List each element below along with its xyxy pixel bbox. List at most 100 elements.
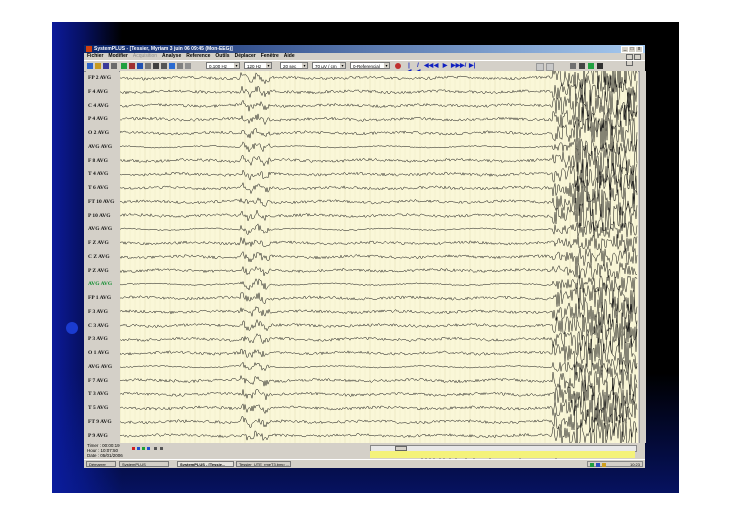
menu-item-acquisition[interactable]: Acquisition [133,53,157,59]
channel-label: F Z AVG [88,240,109,246]
page-blank-icon[interactable] [546,63,554,71]
eeg-trace-line [120,234,638,253]
event-timeline[interactable] [370,451,635,463]
channel-label: FP 2 AVG [88,75,112,81]
time-scale-select[interactable]: 20 sec ▾ [280,62,308,69]
eeg-trace-line [120,145,638,177]
eeg-trace-line [120,185,638,218]
chevron-down-icon: ▾ [266,63,271,68]
eeg-trace-line [120,275,638,294]
chevron-down-icon: ▾ [302,63,307,68]
filter-select[interactable]: 0,100 Hz ▾ [206,62,240,69]
channel-label: T 5 AVG [88,405,109,411]
channel-label: P 9 AVG [88,432,108,439]
menu-item-outils[interactable]: Outils [215,53,229,59]
menu-item-fen-tre[interactable]: Fenêtre [261,53,279,59]
menu-item-reference[interactable]: Reference [186,53,210,59]
folder-icon[interactable] [95,63,101,69]
status-area: Timer : 00:00:19 Hour : 10:07:50 Date : … [84,443,645,463]
channel-label: F 8 AVG [88,157,108,164]
page-icon[interactable] [536,63,544,71]
eeg-trace-line [120,419,638,443]
channel-label: AVG AVG [88,226,113,233]
amplitude-select[interactable]: 70 µV / cm ▾ [312,62,346,69]
taskbar-item-systemplus-tessier[interactable]: SystemPLUS - [Tessie... [177,461,234,467]
tool-icon[interactable] [570,63,576,69]
open-file-icon[interactable] [87,63,93,69]
video-icon[interactable] [169,63,175,69]
green-flag-icon[interactable] [142,447,145,450]
highpass-select[interactable]: 120 Hz ▾ [244,62,272,69]
montage-select[interactable]: 0-Referencial ▾ [350,62,390,69]
eeg-trace-line [120,391,638,425]
marker-icon[interactable] [153,63,159,69]
channel-label: F 3 AVG [88,308,108,315]
grid-icon[interactable] [579,63,585,69]
channel-label: C Z AVG [88,253,110,260]
settings-icon[interactable] [145,63,151,69]
nav-button-0[interactable]: |◀ [406,63,412,75]
taskbar-item-bitmap[interactable]: Tessier_UTE_rmeT3.bmp ... [236,461,291,467]
chevron-down-icon: ▾ [234,63,239,68]
close-button[interactable]: x [635,46,643,53]
menu-item-aide[interactable]: Aide [284,53,295,59]
print-icon[interactable] [111,63,117,69]
tray-app-icon[interactable] [602,463,606,467]
eeg-trace-line [120,71,638,94]
system-tray: 10:23 [587,461,643,467]
title-bar[interactable]: SystemPLUS - [Tessier, Myriam 3 juin 06 … [84,45,645,53]
nav-button-7[interactable]: ▶| [469,63,475,69]
channel-label: AVG AVG [88,143,113,150]
channel-label: FT 9 AVG [88,418,112,425]
network-icon[interactable] [590,463,594,467]
chevron-down-icon: ▾ [340,63,345,68]
slide-bullet-dot [66,322,78,334]
spectrum-icon[interactable] [588,63,594,69]
mdi-controls [625,54,643,66]
eeg-trace-line [120,200,638,232]
layout-icon[interactable] [597,63,603,69]
start-button[interactable]: Démarrer [86,461,116,467]
nav-button-6[interactable]: ▶/ [460,63,466,69]
red-flag-icon[interactable] [132,447,135,450]
eeg-trace-line [120,357,638,376]
marker-icon[interactable] [160,447,163,450]
channel-label: AVG AVG [88,363,113,370]
save-icon[interactable] [103,63,109,69]
montage-value: 0-Referencial [353,64,380,69]
menu-item-analyse[interactable]: Analyse [162,53,181,59]
blue-flag-icon[interactable] [147,447,150,450]
record-icon[interactable] [129,63,135,69]
blue-flag-icon[interactable] [137,447,140,450]
clock: 10:23 [629,462,640,467]
channel-label: P 10 AVG [88,212,111,219]
channel-label: T 6 AVG [88,185,109,191]
taskbar-item-systemplus[interactable]: SystemPLUS [119,461,169,467]
eeg-trace-line [120,158,638,191]
montage-icon[interactable] [121,63,127,69]
channel-label: O 2 AVG [88,130,109,136]
event-icon[interactable] [161,63,167,69]
eeg-application-window: SystemPLUS - [Tessier, Myriam 3 juin 06 … [84,45,646,468]
vertical-scrollbar[interactable] [639,71,646,443]
nav-button-3[interactable]: ◀ [433,63,439,69]
eeg-trace-area[interactable] [120,71,638,443]
marker-icon[interactable] [154,447,157,450]
nav-button-4[interactable]: ▶ [442,63,448,69]
measure-icon[interactable] [177,63,183,69]
reference-icon[interactable] [395,63,401,69]
channel-label: F 7 AVG [88,377,108,384]
volume-icon[interactable] [596,463,600,467]
help-icon[interactable] [185,63,191,69]
menu-item-d-placer[interactable]: Déplacer [235,53,256,59]
eeg-trace-line [120,220,638,239]
app-icon [86,46,92,52]
zoom-icon[interactable] [137,63,143,69]
menu-item-modifier[interactable]: Modifier [108,53,127,59]
nav-button-2[interactable]: ◀◀ [424,63,433,69]
nav-button-5[interactable]: ▶▶ [451,63,460,69]
highpass-value: 120 Hz [247,64,262,69]
menu-item-fichier[interactable]: Fichier [87,53,103,59]
nav-button-1[interactable]: /◀ [415,63,421,75]
channel-label: FP 1 AVG [88,295,112,301]
